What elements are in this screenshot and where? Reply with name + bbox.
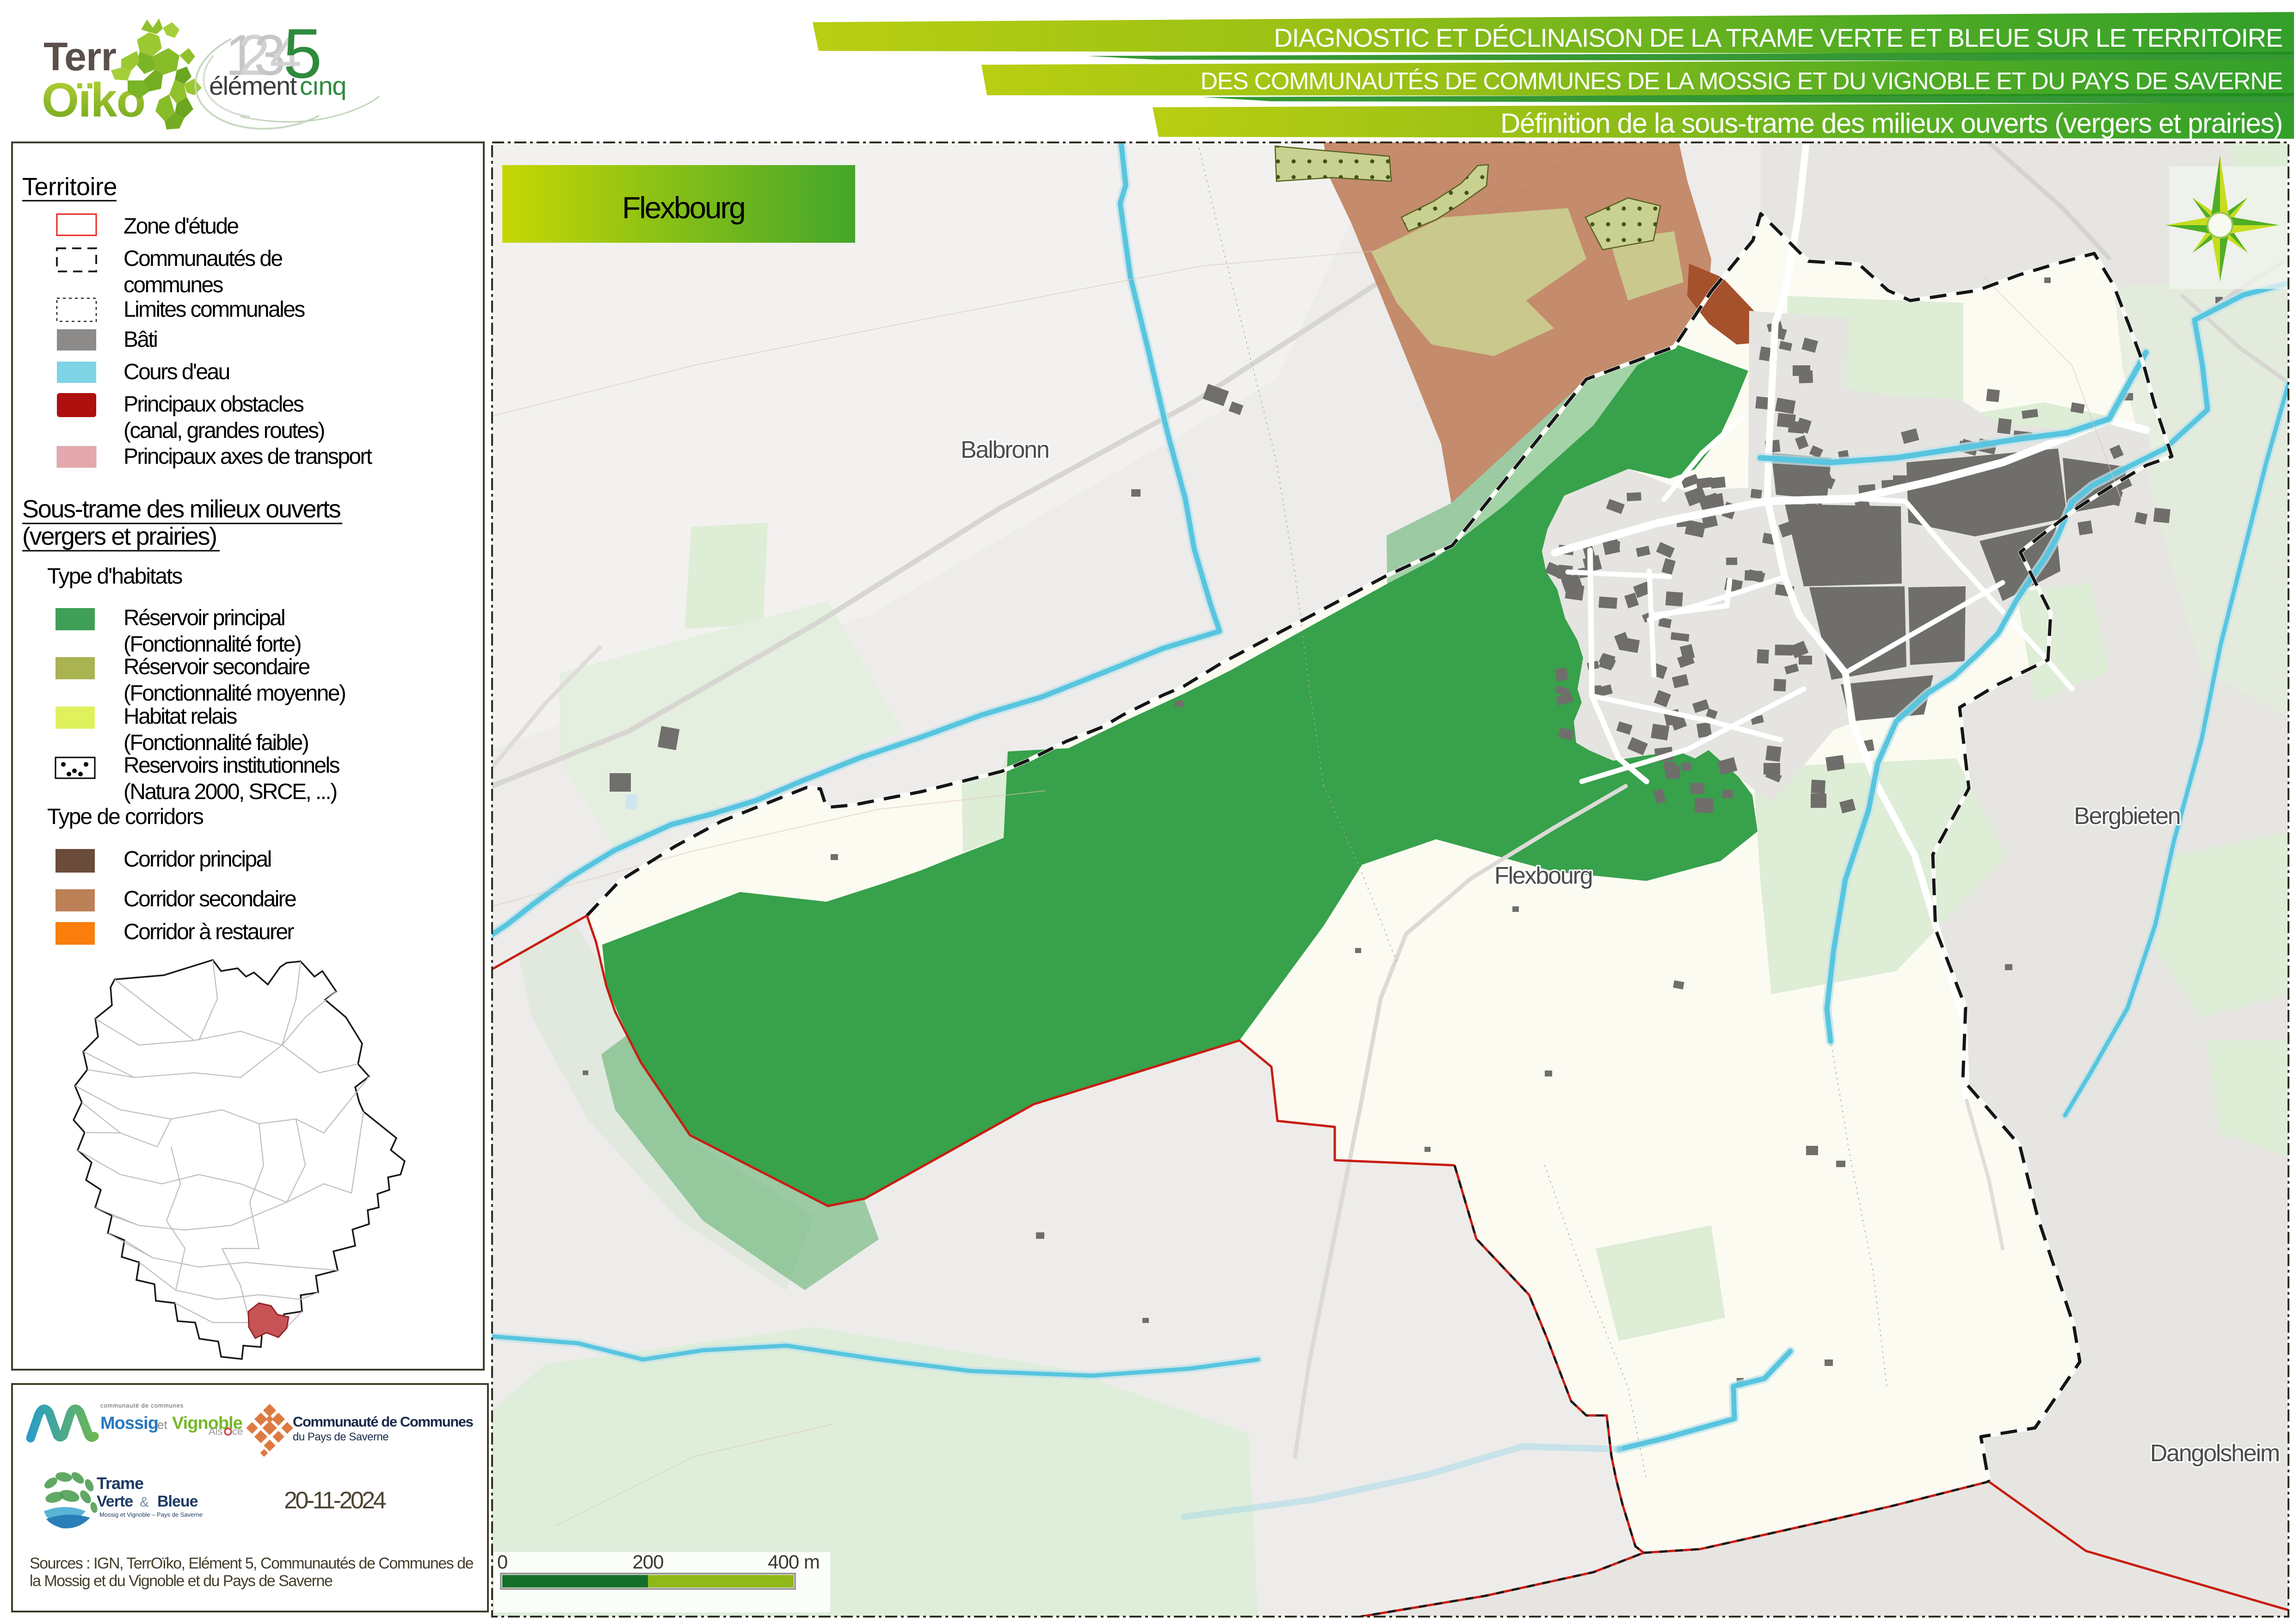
svg-text:élément: élément: [209, 71, 297, 100]
svg-text:communes: communes: [123, 273, 223, 297]
svg-text:Bâti: Bâti: [123, 327, 157, 352]
svg-text:cınq: cınq: [300, 71, 346, 100]
svg-text:Réservoir principal: Réservoir principal: [123, 606, 284, 630]
svg-text:DIAGNOSTIC ET DÉCLINAISON DE L: DIAGNOSTIC ET DÉCLINAISON DE LA TRAME VE…: [1274, 23, 2282, 52]
svg-text:Mossig et Vignoble – Pays de S: Mossig et Vignoble – Pays de Saverne: [99, 1511, 203, 1518]
svg-text:Bleue: Bleue: [157, 1493, 198, 1510]
svg-text:DES COMMUNAUTÉS DE COMMUNES DE: DES COMMUNAUTÉS DE COMMUNES DE LA MOSSIG…: [1200, 68, 2282, 95]
svg-text:Trame: Trame: [97, 1474, 143, 1493]
svg-text:0: 0: [497, 1551, 507, 1573]
svg-text:Principaux axes de transport: Principaux axes de transport: [123, 444, 372, 469]
svg-text:Corridor secondaire: Corridor secondaire: [123, 887, 296, 911]
svg-text:Zone d'étude: Zone d'étude: [123, 214, 238, 239]
svg-text:Balbronn: Balbronn: [961, 437, 1049, 463]
svg-text:Communautés de: Communautés de: [123, 246, 282, 271]
svg-text:Corridor principal: Corridor principal: [123, 847, 271, 872]
svg-text:(Fonctionnalité faible): (Fonctionnalité faible): [123, 731, 308, 755]
svg-text:du Pays de Saverne: du Pays de Saverne: [293, 1431, 388, 1443]
svg-text:Réservoir secondaire: Réservoir secondaire: [123, 655, 309, 679]
svg-text:(canal, grandes routes): (canal, grandes routes): [123, 418, 324, 443]
svg-text:Sous-trame des milieux ouverts: Sous-trame des milieux ouverts: [22, 495, 341, 523]
svg-text:Définition de la sous-trame de: Définition de la sous-trame des milieux …: [1500, 108, 2282, 139]
svg-text:Sources : IGN, TerrOïko, Eléme: Sources : IGN, TerrOïko, Elément 5, Comm…: [30, 1555, 474, 1572]
svg-text:Communauté de Communes: Communauté de Communes: [293, 1414, 473, 1430]
svg-text:Verte: Verte: [97, 1493, 133, 1510]
svg-text:20-11-2024: 20-11-2024: [284, 1487, 386, 1514]
svg-text:Habitat relais: Habitat relais: [123, 704, 237, 729]
svg-text:Dangolsheim: Dangolsheim: [2150, 1440, 2279, 1467]
svg-text:(Natura 2000, SRCE, ...): (Natura 2000, SRCE, ...): [123, 780, 337, 804]
svg-text:communauté de communes: communauté de communes: [100, 1402, 184, 1409]
svg-text:Corridor à restaurer: Corridor à restaurer: [123, 920, 294, 944]
svg-text:Als: Als: [209, 1426, 223, 1437]
svg-text:Reservoirs institutionnels: Reservoirs institutionnels: [123, 753, 340, 778]
svg-text:Principaux obstacles: Principaux obstacles: [123, 392, 304, 417]
svg-text:Type de corridors: Type de corridors: [47, 805, 204, 829]
svg-text:Bergbieten: Bergbieten: [2074, 803, 2180, 830]
svg-text:200: 200: [632, 1551, 663, 1573]
svg-text:(Fonctionnalité forte): (Fonctionnalité forte): [123, 632, 301, 657]
svg-text:Flexbourg: Flexbourg: [1494, 862, 1592, 889]
svg-text:(vergers et prairies): (vergers et prairies): [22, 523, 216, 550]
svg-text:ce: ce: [232, 1426, 243, 1437]
svg-text:Mossig: Mossig: [100, 1414, 158, 1433]
svg-text:Terr: Terr: [43, 35, 116, 79]
svg-text:&: &: [140, 1495, 149, 1510]
svg-text:400 m: 400 m: [768, 1551, 820, 1573]
svg-text:la Mossig et du Vignoble et du: la Mossig et du Vignoble et du Pays de S…: [30, 1572, 333, 1590]
svg-text:Territoire: Territoire: [22, 173, 117, 201]
svg-text:Type d'habitats: Type d'habitats: [47, 564, 182, 589]
svg-text:(Fonctionnalité moyenne): (Fonctionnalité moyenne): [123, 681, 345, 706]
svg-text:Flexbourg: Flexbourg: [622, 191, 745, 225]
svg-text:Cours d'eau: Cours d'eau: [123, 360, 229, 384]
svg-text:Limites communales: Limites communales: [123, 297, 305, 322]
svg-text:et: et: [157, 1418, 167, 1432]
